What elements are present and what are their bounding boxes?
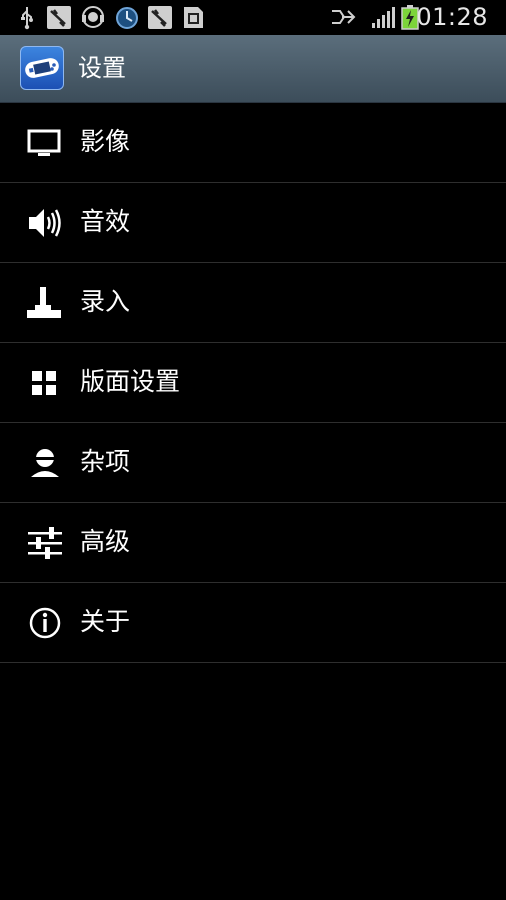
menu-item-label: 杂项: [80, 447, 131, 476]
monitor-icon: [25, 123, 65, 163]
menu-item-input[interactable]: 录入: [0, 263, 506, 343]
usb-icon: [14, 5, 40, 30]
page-title: 设置: [78, 54, 126, 82]
signal-icon: [370, 5, 396, 30]
menu-item-about[interactable]: 关于: [0, 583, 506, 663]
speaker-icon: [25, 203, 65, 243]
menu-item-misc[interactable]: 杂项: [0, 423, 506, 503]
menu-item-advanced[interactable]: 高级: [0, 503, 506, 583]
status-time: 01:28: [416, 3, 488, 31]
debug-icon: [46, 5, 72, 30]
menu-item-label: 录入: [80, 287, 131, 316]
joystick-icon: [25, 283, 65, 323]
menu-item-layout[interactable]: 版面设置: [0, 343, 506, 423]
info-icon: [25, 603, 65, 643]
menu-item-label: 影像: [80, 127, 131, 156]
network-icon: [330, 5, 356, 30]
sync-icon: [114, 5, 140, 30]
gba-controller-icon[interactable]: [20, 46, 64, 90]
status-bar: 01:28: [0, 0, 506, 35]
settings-menu: 影像 音效 录入 版面设置 杂项 高级 关于: [0, 103, 506, 663]
sliders-icon: [25, 523, 65, 563]
menu-item-label: 高级: [80, 527, 131, 556]
headset-icon: [80, 5, 106, 30]
debug-icon: [147, 5, 173, 30]
menu-item-video[interactable]: 影像: [0, 103, 506, 183]
menu-item-audio[interactable]: 音效: [0, 183, 506, 263]
user-icon: [25, 443, 65, 483]
grid-icon: [25, 363, 65, 403]
action-bar: 设置: [0, 35, 506, 103]
sd-card-icon: [180, 5, 206, 30]
menu-item-label: 版面设置: [80, 367, 181, 396]
menu-item-label: 音效: [80, 207, 131, 236]
menu-item-label: 关于: [80, 607, 131, 636]
